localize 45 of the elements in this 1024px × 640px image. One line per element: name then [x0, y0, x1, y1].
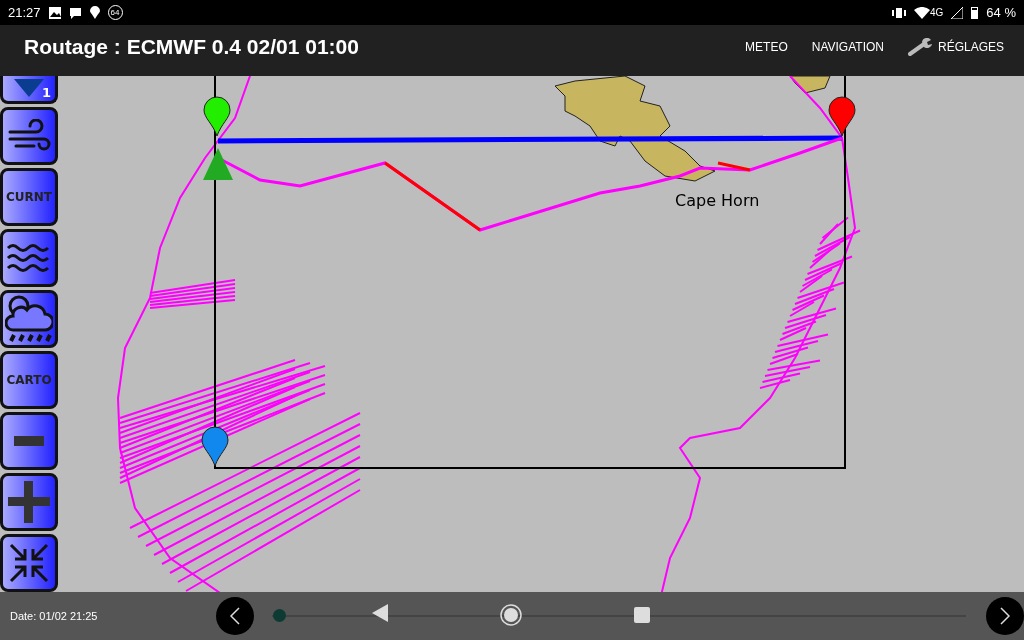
minus-icon [14, 436, 44, 446]
image-icon [48, 6, 61, 19]
collapse-icon [7, 541, 51, 585]
tool-button[interactable]: CURNT [0, 168, 58, 226]
waypoint-pin[interactable] [201, 426, 229, 467]
place-label: Cape Horn [675, 191, 760, 210]
network-type: 4G [930, 7, 944, 18]
chat-icon [68, 6, 82, 19]
menu-item[interactable]: RÉGLAGES [907, 37, 1004, 56]
wind-icon [7, 119, 51, 153]
waypoint-button[interactable]: 1 [0, 76, 58, 104]
app-title: Routage : ECMWF 0.4 02/01 01:00 [24, 34, 359, 59]
location-pin-icon [89, 6, 100, 19]
vibrate-icon [892, 6, 906, 19]
home-icon[interactable] [500, 604, 522, 626]
start-pin[interactable] [203, 96, 231, 137]
date-text: Date: 01/02 21:25 [10, 610, 99, 622]
back-icon[interactable] [372, 604, 388, 622]
plus-icon [8, 481, 50, 523]
collapse-button[interactable] [0, 534, 58, 592]
menu-item[interactable]: NAVIGATION [811, 39, 884, 54]
menu-item[interactable]: METEO [745, 39, 788, 54]
plus-button[interactable] [0, 473, 58, 531]
chevron-right-icon [1000, 607, 1010, 625]
end-pin[interactable] [828, 96, 856, 137]
clock-time: 21:27 [8, 5, 41, 20]
weather-button[interactable] [0, 290, 58, 348]
waves-button[interactable] [0, 229, 58, 287]
route-segment-line [717, 161, 751, 172]
tool-button[interactable]: CARTO [0, 351, 58, 409]
previous-button[interactable] [216, 597, 254, 635]
cloud-rain-icon [5, 294, 53, 344]
signal-icon [951, 6, 964, 19]
wrench-icon [907, 37, 934, 56]
minus-button[interactable] [0, 412, 58, 470]
chevron-left-icon [230, 607, 240, 625]
start-triangle [203, 148, 233, 180]
wifi-icon [914, 6, 930, 19]
marker-icon [14, 78, 44, 97]
next-button[interactable] [986, 597, 1024, 635]
slider-thumb[interactable] [272, 609, 286, 622]
waves-icon [6, 242, 52, 274]
battery-icon [971, 6, 979, 19]
battery-percent: 64 % [986, 5, 1016, 20]
wind-button[interactable] [0, 107, 58, 165]
